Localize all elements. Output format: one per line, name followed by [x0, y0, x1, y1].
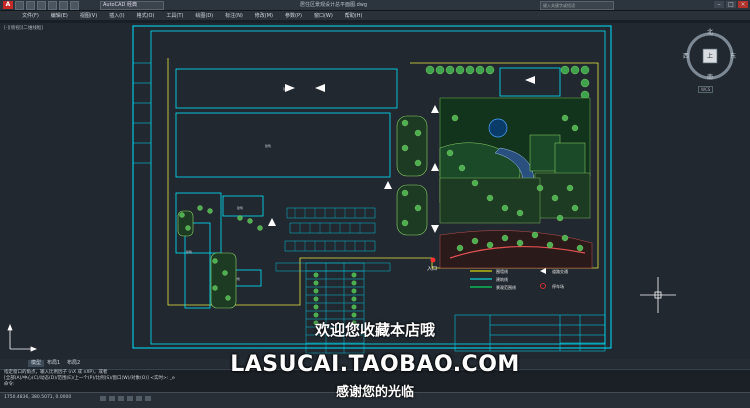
maximize-icon[interactable]: □ — [726, 1, 736, 8]
parking-icon — [540, 283, 546, 289]
minimize-icon[interactable]: – — [714, 1, 724, 8]
search-input[interactable]: 键入关键字或短语 — [540, 1, 614, 10]
window-title: 居住区景观设计总平面图.dwg — [300, 2, 368, 8]
menu-view[interactable]: 视图(V) — [80, 12, 97, 19]
building-b — [175, 112, 391, 178]
menu-parametric[interactable]: 参数(P) — [285, 12, 302, 19]
workspace-dropdown[interactable]: AutoCAD 经典 — [100, 1, 164, 10]
autocad-app-icon[interactable]: A — [3, 1, 13, 9]
legend: 围墙线 建筑线 景观范围线 道路交通 停车场 — [470, 268, 568, 290]
new-icon[interactable] — [15, 1, 24, 10]
open-icon[interactable] — [26, 1, 35, 10]
wcs-menu[interactable]: WCS — [698, 86, 714, 93]
plot-icon[interactable] — [70, 1, 79, 10]
watermark-url: LASUCAI.TAOBAO.COM — [230, 352, 520, 377]
menu-insert[interactable]: 插入(I) — [109, 12, 124, 19]
undo-icon[interactable] — [48, 1, 57, 10]
menu-file[interactable]: 文件(F) — [22, 12, 39, 19]
entrance-label: 入口 — [427, 266, 437, 272]
drawing-canvas[interactable]: 建筑 建筑 建筑 建筑 建筑 — [0, 23, 750, 358]
menu-dimension[interactable]: 标注(N) — [225, 12, 243, 19]
plant-symbols — [313, 272, 357, 326]
garden-area — [439, 97, 593, 269]
menu-help[interactable]: 帮助(H) — [345, 12, 363, 19]
compass-east[interactable]: 东 — [730, 51, 736, 60]
menu-edit[interactable]: 编辑(E) — [51, 12, 68, 19]
crosshair-cursor — [640, 277, 676, 313]
compass-west[interactable]: 西 — [683, 51, 689, 60]
legend-wall: 围墙线 — [496, 268, 508, 274]
viewcube[interactable]: 北 南 东 西 上 — [682, 28, 738, 84]
watermark-line-3: 感谢您的光临 — [335, 385, 414, 400]
parking-slots — [294, 208, 366, 251]
save-icon[interactable] — [37, 1, 46, 10]
compass-south[interactable]: 南 — [707, 72, 713, 81]
legend-landscape: 景观范围线 — [496, 284, 516, 290]
window-controls: – □ × — [714, 1, 748, 8]
close-icon[interactable]: × — [738, 1, 748, 8]
arrow-icon — [540, 268, 546, 274]
viewport-label[interactable]: [-][俯视][二维线框] — [4, 25, 43, 31]
entrance-marker — [430, 257, 436, 263]
quick-access-toolbar — [15, 1, 79, 10]
svg-text:建筑: 建筑 — [265, 143, 271, 148]
title-bar: A AutoCAD 经典 居住区景观设计总平面图.dwg 键入关键字或短语 – … — [0, 0, 750, 11]
redo-icon[interactable] — [59, 1, 68, 10]
menu-draw[interactable]: 绘图(D) — [195, 12, 213, 19]
parking-rows — [275, 207, 391, 272]
menu-bar: 文件(F) 编辑(E) 视图(V) 插入(I) 格式(O) 工具(T) 绘图(D… — [0, 11, 750, 20]
menu-window[interactable]: 窗口(W) — [314, 12, 333, 19]
menu-tools[interactable]: 工具(T) — [166, 12, 183, 19]
watermark-line-1: 欢迎您收藏本店哦 — [314, 321, 435, 339]
legend-parking: 停车场 — [552, 283, 564, 289]
legend-road: 道路交通 — [552, 268, 568, 274]
svg-text:建筑: 建筑 — [237, 205, 243, 210]
menu-format[interactable]: 格式(O) — [137, 12, 155, 19]
menu-modify[interactable]: 修改(M) — [255, 12, 273, 19]
viewcube-top-face[interactable]: 上 — [707, 51, 713, 60]
compass-north[interactable]: 北 — [707, 27, 713, 36]
drawing-svg: 建筑 建筑 建筑 建筑 建筑 — [7, 25, 676, 354]
svg-text:建筑: 建筑 — [186, 249, 192, 254]
legend-building: 建筑线 — [496, 276, 508, 282]
